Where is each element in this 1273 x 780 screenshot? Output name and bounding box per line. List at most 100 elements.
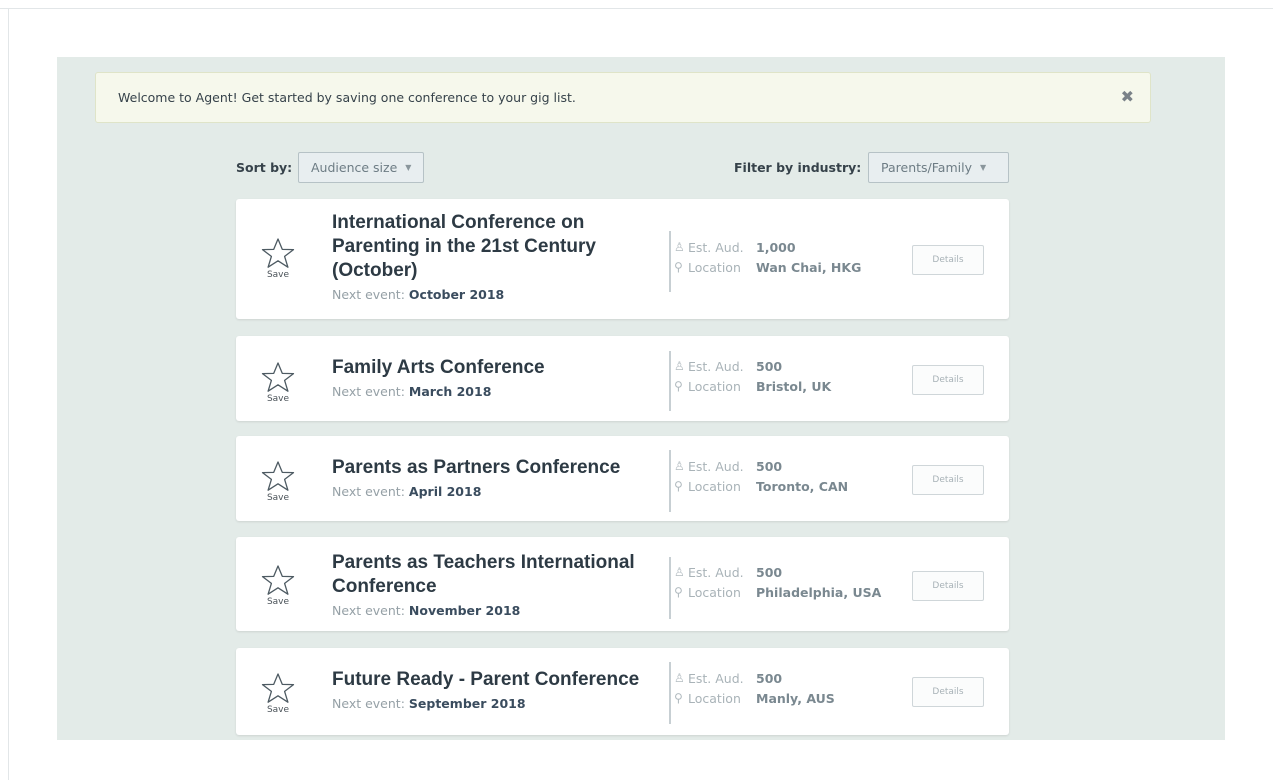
person-icon: ♙ [674,671,685,685]
star-icon [258,237,298,269]
location-label: ⚲ Location [674,479,756,494]
frame-border-left [8,8,9,780]
next-event-label: Next event: [332,287,405,302]
save-button[interactable]: Save [258,672,298,715]
conference-title-line: Parents as Teachers International [332,552,635,573]
save-button[interactable]: Save [258,460,298,503]
location-pin-icon: ⚲ [674,379,683,393]
audience-label: ♙ Est. Aud. [674,671,756,686]
conference-title[interactable]: Family Arts Conference [332,356,652,380]
location-label-text: Location [688,690,741,706]
audience-row: ♙ Est. Aud. 500 [674,356,894,376]
location-value: Wan Chai, HKG [756,259,862,275]
audience-row: ♙ Est. Aud. 500 [674,668,894,688]
location-value: Philadelphia, USA [756,584,882,600]
conference-meta: ♙ Est. Aud. 500 ⚲ Location Bristol, UK [674,356,894,396]
close-icon[interactable]: ✖ [1121,87,1134,107]
audience-label-text: Est. Aud. [688,564,744,580]
conference-title-line: Family Arts Conference [332,357,545,378]
location-label-text: Location [688,478,741,494]
next-event-date: September 2018 [408,696,526,711]
conference-title[interactable]: Future Ready - Parent Conference [332,668,652,692]
details-button[interactable]: Details [912,571,984,601]
save-label: Save [266,597,290,607]
welcome-message: Welcome to Agent! Get started by saving … [118,90,576,105]
conference-info: Parents as Teachers International Confere… [332,551,652,618]
location-label-text: Location [688,378,741,394]
person-icon: ♙ [674,565,685,579]
location-value: Manly, AUS [756,690,835,706]
details-button[interactable]: Details [912,245,984,275]
audience-label-text: Est. Aud. [688,358,744,374]
card-divider [669,351,671,411]
conference-info: International Conference on Parenting in … [332,211,652,302]
list-controls: Sort by: Audience size ▼ Filter by indus… [236,152,1009,183]
audience-value: 500 [756,458,783,474]
conference-meta: ♙ Est. Aud. 500 ⚲ Location Toronto, CAN [674,456,894,496]
chevron-down-icon: ▼ [405,163,412,172]
conference-info: Future Ready - Parent Conference Next eve… [332,668,652,711]
card-divider [669,450,671,512]
conference-card: Save Family Arts Conference Next event: Ma… [236,336,1009,421]
star-icon [258,460,298,492]
conference-card: Save Future Ready - Parent Conference Next… [236,648,1009,735]
next-event-date: March 2018 [408,384,492,399]
conference-title[interactable]: Parents as Teachers International Confere… [332,551,652,599]
welcome-banner: Welcome to Agent! Get started by saving … [95,72,1151,123]
next-event: Next event: October 2018 [332,287,652,302]
conference-title-line: Parents as Partners Conference [332,457,621,478]
location-row: ⚲ Location Manly, AUS [674,688,894,708]
details-button[interactable]: Details [912,677,984,707]
next-event-label: Next event: [332,484,405,499]
conference-info: Family Arts Conference Next event: March … [332,356,652,399]
sort-dropdown[interactable]: Audience size ▼ [298,152,425,183]
sort-label: Sort by: [236,160,293,175]
industry-filter-value: Parents/Family [881,160,972,175]
app-content: Welcome to Agent! Get started by saving … [57,57,1225,740]
location-row: ⚲ Location Philadelphia, USA [674,582,894,602]
card-divider [669,557,671,619]
conference-title-line: Future Ready - Parent Conference [332,669,640,690]
location-value: Toronto, CAN [756,478,849,494]
conference-title[interactable]: International Conference on Parenting in … [332,211,652,283]
next-event: Next event: November 2018 [332,603,652,618]
audience-label-text: Est. Aud. [688,458,744,474]
location-row: ⚲ Location Wan Chai, HKG [674,257,894,277]
conference-title-line: Conference [332,576,437,597]
conference-title[interactable]: Parents as Partners Conference [332,456,652,480]
save-button[interactable]: Save [258,361,298,404]
industry-filter-dropdown[interactable]: Parents/Family ▼ [868,152,1009,183]
details-button[interactable]: Details [912,365,984,395]
filter-label: Filter by industry: [734,160,862,175]
card-divider [669,231,671,292]
star-icon [258,361,298,393]
save-button[interactable]: Save [258,237,298,280]
location-value: Bristol, UK [756,378,832,394]
audience-value: 1,000 [756,239,796,255]
next-event-date: November 2018 [408,603,521,618]
next-event: Next event: March 2018 [332,384,652,399]
details-button[interactable]: Details [912,465,984,495]
audience-value: 500 [756,564,783,580]
conference-meta: ♙ Est. Aud. 500 ⚲ Location Manly, AUS [674,668,894,708]
save-label: Save [266,270,290,280]
save-label: Save [266,394,290,404]
audience-label-text: Est. Aud. [688,670,744,686]
sort-dropdown-value: Audience size [311,160,398,175]
conference-meta: ♙ Est. Aud. 1,000 ⚲ Location Wan Chai, HKG [674,237,894,277]
next-event-label: Next event: [332,384,405,399]
card-divider [669,662,671,724]
location-pin-icon: ⚲ [674,585,683,599]
next-event: Next event: April 2018 [332,484,652,499]
audience-label-text: Est. Aud. [688,239,744,255]
conference-title-line: International Conference on [332,212,585,233]
location-pin-icon: ⚲ [674,479,683,493]
person-icon: ♙ [674,359,685,373]
save-button[interactable]: Save [258,564,298,607]
location-row: ⚲ Location Bristol, UK [674,376,894,396]
person-icon: ♙ [674,459,685,473]
location-label: ⚲ Location [674,260,756,275]
frame-border-top [0,8,1273,9]
conference-info: Parents as Partners Conference Next event… [332,456,652,499]
conference-title-line: Parenting in the 21st Century [332,236,596,257]
